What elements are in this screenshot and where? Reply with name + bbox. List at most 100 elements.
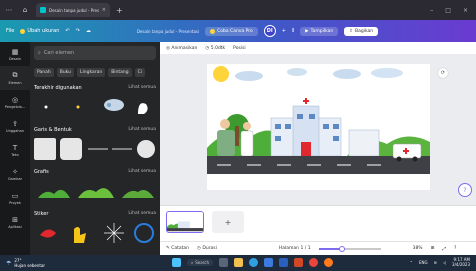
stickers-row [34,221,156,245]
redo-icon[interactable]: ↷ [76,28,80,34]
chip-arrow[interactable]: Panah [34,68,54,77]
fullscreen-icon[interactable]: ⤢ [442,246,446,252]
sparkle-sticker [104,223,124,243]
sticker-elements[interactable] [34,221,156,245]
rail-label: Pengelola... [4,104,26,109]
zoom-slider-knob[interactable] [339,245,346,252]
language-indicator[interactable]: ENG [419,260,428,265]
present-button[interactable]: ▶ Tampilkan [300,26,339,36]
word-icon[interactable] [279,258,288,267]
see-all-link[interactable]: Lihat semua [128,211,156,217]
timer-label: Durasi [202,246,217,251]
rail-item-draw[interactable]: ✧ Gambar [0,162,30,186]
clock[interactable]: 9:17 AM 3/4/2023 [452,257,470,267]
zoom-level[interactable]: 38% [413,246,423,251]
rail-item-text[interactable]: T Teks [0,138,30,162]
minimize-icon[interactable]: – [430,7,433,14]
search-input[interactable]: ⌕ Cari elemen [34,46,156,60]
tray-chevron-icon[interactable]: ⌃ [410,260,413,265]
wifi-icon[interactable]: ≋ [434,260,437,265]
undo-icon[interactable]: ↶ [65,28,69,34]
text-icon: T [12,143,18,152]
timer-button[interactable]: ◷ Durasi [197,246,217,251]
grid-view-icon[interactable]: ⊞ [431,246,435,251]
rounded-square-shape[interactable] [60,138,82,160]
file-explorer-icon[interactable] [234,258,243,267]
cloud-save-icon[interactable]: ☁ [86,28,91,34]
resize-button[interactable]: Ubah ukuran [20,28,59,34]
see-all-link[interactable]: Lihat semua [128,127,156,133]
add-page-button[interactable]: + [212,211,244,233]
doctor-head [243,122,251,130]
avatar[interactable]: DI [263,25,276,37]
add-user-button[interactable]: + [282,28,286,34]
volume-icon[interactable]: ◁ [443,260,446,265]
graphics-row [34,179,156,203]
rail-label: Elemen [8,81,22,85]
home-icon[interactable]: ⌂ [18,6,32,14]
page-thumbnail[interactable] [166,211,204,233]
editor-footer: ✎ Catatan ◷ Durasi Halaman 1 / 1 38% ⊞ ⤢… [160,241,476,255]
line-shapes[interactable] [86,138,156,160]
recent-elements[interactable] [34,96,156,118]
position-button[interactable]: Posisi [233,46,246,51]
graphics-elements[interactable] [34,180,156,202]
browser-tab[interactable]: Desain tanpa judul - Presentasi × [36,3,110,17]
rail-item-uploads[interactable]: ⇪ Unggahan [0,114,30,138]
document-title[interactable]: Desain tanpa judul - Presentasi [137,29,199,34]
see-all-link[interactable]: Lihat semua [128,85,156,91]
tree-trunk [235,126,239,146]
animate-button[interactable]: ◎ Animasikan [166,46,197,51]
page-indicator[interactable]: Halaman 1 / 1 [279,246,311,251]
see-all-link[interactable]: Lihat semua [128,169,156,175]
red-cross-v [305,98,307,104]
store-icon[interactable] [264,258,273,267]
rail-item-projects[interactable]: ▭ Proyek [0,186,30,210]
help-button[interactable]: ? [458,183,472,197]
start-icon[interactable] [172,258,181,267]
new-tab-button[interactable]: + [116,6,123,15]
bush-graphic [38,189,70,198]
help-footer-icon[interactable]: ? [454,246,456,251]
refresh-page-icon[interactable]: ⟳ [438,68,448,78]
zoom-slider[interactable] [318,245,381,252]
file-menu[interactable]: File [6,28,14,34]
maximize-icon[interactable]: □ [445,7,451,14]
duration-button[interactable]: ◷ 5.0dtk [205,46,225,51]
doctor-body [240,130,254,157]
slide-illustration[interactable] [207,64,430,190]
rail-item-design[interactable]: ▦ Desain [0,42,30,66]
weather-widget[interactable]: ☂ 27° Hujan sebentar [0,258,45,268]
firefox-icon[interactable] [324,258,333,267]
share-button[interactable]: ⇧ Bagikan [344,26,379,36]
chrome-icon[interactable] [309,258,318,267]
thumbnail-preview [167,212,203,232]
slide-page[interactable] [207,64,430,190]
square-shape[interactable] [34,138,56,160]
rail-label: Aplikasi [8,224,22,229]
notes-button[interactable]: ✎ Catatan [166,246,189,251]
taskbar-search[interactable]: ⌕ Search [187,259,213,266]
editor-header: File Ubah ukuran ↶ ↷ ☁ Desain tanpa judu… [0,20,476,42]
edge-icon[interactable] [249,258,258,267]
chip-more[interactable]: Ci [134,68,146,77]
task-view-icon[interactable] [219,258,228,267]
rail-item-apps[interactable]: ⊞ Aplikasi [0,210,30,234]
bush-graphic-2 [78,188,114,198]
elements-icon: ⧉ [12,71,18,79]
rail-item-elements[interactable]: ⧉ Elemen [0,66,30,90]
browser-menu-icon[interactable]: ⋯ [0,6,18,14]
rail-item-brand[interactable]: ◎ Pengelola... [0,90,30,114]
stats-icon[interactable]: ⫴ [292,28,294,34]
powerpoint-icon[interactable] [294,258,303,267]
chip-circle[interactable]: Lingkaran [77,68,106,77]
close-window-icon[interactable]: × [463,7,468,14]
tab-close-icon[interactable]: × [102,7,106,13]
chip-book[interactable]: Buku [56,68,74,77]
rail-label: Unggahan [6,128,24,133]
cloud-face [107,103,111,107]
chip-star[interactable]: Bintang [108,68,132,77]
try-pro-button[interactable]: Coba Canva Pro [205,26,258,36]
ambulance-cross-h [403,150,409,152]
ambulance-wheel-2 [412,156,418,162]
